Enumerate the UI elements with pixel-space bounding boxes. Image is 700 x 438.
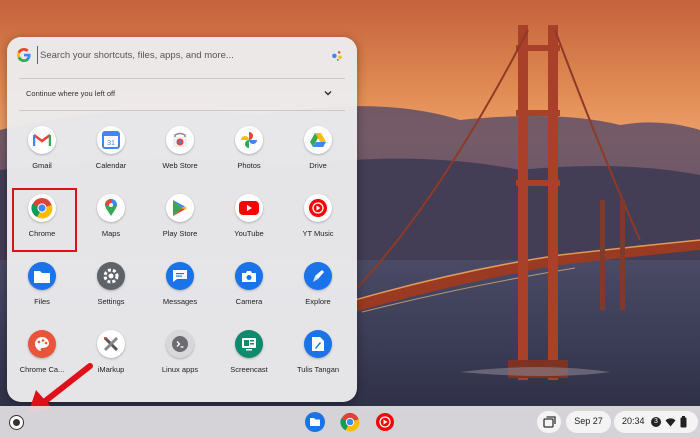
app-tile-youtube[interactable]: YouTube <box>216 189 282 249</box>
virtual-desks-button[interactable] <box>537 411 561 433</box>
search-input[interactable] <box>37 46 317 64</box>
app-label: Files <box>34 297 50 306</box>
app-label: Maps <box>101 229 121 238</box>
play-store-icon <box>166 194 194 222</box>
app-tile-web-store[interactable]: Web Store <box>147 121 213 181</box>
chrome-icon <box>340 412 360 432</box>
imarkup-icon <box>97 330 125 358</box>
shelf: Sep 27 20:34 3 <box>0 406 700 438</box>
app-label: Photos <box>237 161 261 170</box>
google-assistant-icon[interactable] <box>330 48 344 62</box>
continue-section-header[interactable]: Continue where you left off <box>7 81 357 105</box>
status-tray[interactable]: 20:34 3 <box>614 411 698 433</box>
settings-icon <box>97 262 125 290</box>
launcher-search-bar <box>7 37 357 73</box>
app-tile-messages[interactable]: Messages <box>147 257 213 317</box>
clock: 20:34 <box>622 416 645 426</box>
app-label: Drive <box>309 161 327 170</box>
app-tile-yt-music[interactable]: YT Music <box>285 189 351 249</box>
app-tile-chrome[interactable]: Chrome <box>9 188 77 252</box>
app-label: Screencast <box>230 365 268 374</box>
app-launcher: Continue where you left off Gmail 31 Cal… <box>7 37 357 402</box>
app-tile-tulis-tangan[interactable]: Tulis Tangan <box>285 325 351 385</box>
app-tile-gmail[interactable]: Gmail <box>9 121 75 181</box>
notification-count-badge: 3 <box>651 417 661 427</box>
app-label: Web Store <box>162 161 198 170</box>
files-icon <box>28 262 56 290</box>
search-divider <box>19 78 345 79</box>
app-label: Tulis Tangan <box>296 365 340 374</box>
app-tile-files[interactable]: Files <box>9 257 75 317</box>
calendar-icon: 31 <box>97 126 125 154</box>
app-tile-linux-apps[interactable]: Linux apps <box>147 325 213 385</box>
yt-music-icon <box>304 194 332 222</box>
app-label: Gmail <box>32 161 52 170</box>
app-label: Chrome <box>28 229 56 238</box>
app-label: Linux apps <box>161 365 199 374</box>
wifi-icon <box>665 418 676 427</box>
app-tile-drive[interactable]: Drive <box>285 121 351 181</box>
messages-icon <box>166 262 194 290</box>
shelf-chrome[interactable] <box>339 411 361 433</box>
app-tile-screencast[interactable]: Screencast <box>216 325 282 385</box>
app-label: Messages <box>162 297 198 306</box>
chrome-canvas-icon <box>28 330 56 358</box>
chrome-icon <box>28 194 56 222</box>
app-tile-camera[interactable]: Camera <box>216 257 282 317</box>
app-label: Play Store <box>162 229 198 238</box>
google-logo-icon <box>17 48 31 62</box>
app-tile-calendar[interactable]: 31 Calendar <box>78 121 144 181</box>
chevron-down-icon[interactable] <box>322 87 334 99</box>
app-label: Calendar <box>95 161 127 170</box>
overview-icon <box>543 416 556 428</box>
app-tile-play-store[interactable]: Play Store <box>147 189 213 249</box>
app-label: YT Music <box>302 229 334 238</box>
app-tile-explore[interactable]: Explore <box>285 257 351 317</box>
app-label: Explore <box>305 297 331 306</box>
app-label: Settings <box>97 297 125 306</box>
app-tile-photos[interactable]: Photos <box>216 121 282 181</box>
drive-icon <box>304 126 332 154</box>
maps-icon <box>97 194 125 222</box>
shelf-files[interactable] <box>304 411 326 433</box>
web-store-icon <box>166 126 194 154</box>
section-divider <box>19 110 345 111</box>
app-tile-maps[interactable]: Maps <box>78 189 144 249</box>
youtube-icon <box>235 194 263 222</box>
tulis-tangan-icon <box>304 330 332 358</box>
launcher-button[interactable] <box>9 415 24 430</box>
battery-icon <box>680 416 687 428</box>
app-label: Camera <box>235 297 263 306</box>
screencast-icon <box>235 330 263 358</box>
date-label: Sep 27 <box>574 416 603 426</box>
files-icon <box>305 412 325 432</box>
gmail-icon <box>28 126 56 154</box>
photos-icon <box>235 126 263 154</box>
app-tile-settings[interactable]: Settings <box>78 257 144 317</box>
camera-icon <box>235 262 263 290</box>
explore-icon <box>304 262 332 290</box>
shelf-yt-music[interactable] <box>374 411 396 433</box>
app-label: YouTube <box>234 229 264 238</box>
yt-music-icon <box>376 413 394 431</box>
svg-text:31: 31 <box>107 140 115 147</box>
date-tray[interactable]: Sep 27 <box>566 411 611 433</box>
continue-label: Continue where you left off <box>26 89 116 98</box>
linux-apps-icon <box>166 330 194 358</box>
